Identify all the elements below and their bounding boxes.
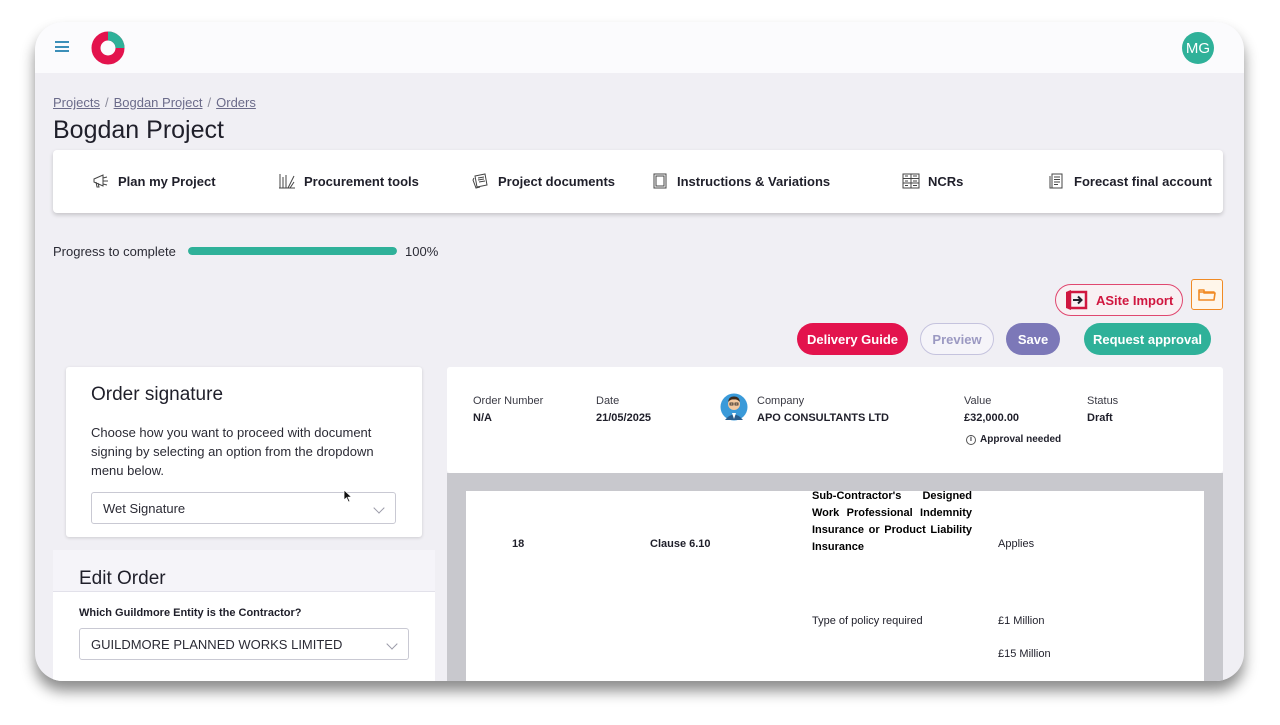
tool-forecast-final-account[interactable]: Forecast final account: [1048, 173, 1212, 189]
page-title: Bogdan Project: [53, 116, 224, 144]
edit-order-title: Edit Order: [79, 568, 166, 589]
project-tools-bar: Plan my Project Procurement tools Projec…: [53, 150, 1223, 213]
entity-value: GUILDMORE PLANNED WORKS LIMITED: [91, 636, 343, 652]
clause-reference: Clause 6.10: [650, 538, 711, 550]
tool-label: NCRs: [928, 173, 964, 189]
entity-select[interactable]: GUILDMORE PLANNED WORKS LIMITED: [79, 628, 409, 660]
policy-amount-1: £1 Million: [998, 615, 1045, 627]
documents-icon: [472, 173, 488, 189]
import-icon: [1066, 290, 1088, 310]
signature-method-value: Wet Signature: [103, 500, 186, 516]
tool-label: Procurement tools: [304, 173, 419, 189]
folder-icon: [1198, 288, 1216, 301]
insurance-title: Sub-Contractor's Designed Work Professio…: [812, 490, 972, 553]
tool-label: Forecast final account: [1074, 173, 1212, 189]
order-signature-title: Order signature: [91, 384, 224, 405]
progress-fill: [188, 247, 397, 255]
edit-order-panel: Edit Order Which Guildmore Entity is the…: [53, 550, 435, 681]
clipboard-icon: [653, 173, 667, 189]
tool-label: Project documents: [498, 173, 616, 189]
progress-percent: 100%: [405, 244, 439, 259]
user-avatar[interactable]: MG: [1182, 32, 1214, 64]
edit-order-form: Which Guildmore Entity is the Contractor…: [53, 592, 435, 681]
app-logo[interactable]: [91, 31, 125, 65]
clause-row-number: 18: [512, 538, 525, 550]
approval-needed-text: Approval needed: [980, 434, 1062, 445]
date-value: 21/05/2025: [596, 412, 652, 424]
company-avatar: [720, 393, 748, 421]
breadcrumb-projects[interactable]: Projects: [53, 95, 100, 110]
report-icon: [1049, 173, 1063, 189]
value-amount: £32,000.00: [964, 412, 1020, 424]
document-preview[interactable]: 18 Clause 6.10 Sub-Contractor's Designed…: [447, 473, 1223, 681]
delivery-guide-button[interactable]: Delivery Guide: [797, 323, 908, 355]
tool-project-documents[interactable]: Project documents: [472, 173, 615, 189]
folder-button[interactable]: [1191, 279, 1223, 310]
tool-instructions-variations[interactable]: Instructions & Variations: [651, 173, 830, 189]
chevron-down-icon: [386, 638, 398, 650]
policy-amount-2: £15 Million: [998, 648, 1051, 660]
company-label: Company: [757, 395, 805, 407]
approval-needed-note: i Approval needed: [966, 434, 1061, 445]
save-button[interactable]: Save: [1006, 323, 1060, 355]
order-summary-card: Order Number N/A Date 21/05/2025 Company…: [447, 367, 1223, 473]
tool-plan-my-project[interactable]: Plan my Project: [92, 173, 216, 189]
tool-label: Plan my Project: [118, 173, 216, 189]
breadcrumb-orders[interactable]: Orders: [216, 95, 256, 110]
asite-import-button[interactable]: ASite Import: [1055, 284, 1183, 316]
menu-icon[interactable]: [55, 41, 69, 52]
tool-label: Instructions & Variations: [677, 173, 831, 189]
checklist-icon: [902, 173, 920, 189]
breadcrumb-project[interactable]: Bogdan Project: [114, 95, 203, 110]
value-label: Value: [964, 395, 992, 407]
entity-label: Which Guildmore Entity is the Contractor…: [79, 607, 302, 619]
breadcrumb-separator: /: [207, 95, 212, 110]
company-value: APO CONSULTANTS LTD: [757, 412, 889, 424]
order-number-label: Order Number: [473, 395, 544, 407]
progress-bar: [188, 247, 397, 255]
info-icon: i: [966, 434, 976, 445]
top-bar: MG: [35, 22, 1244, 73]
tool-procurement-tools[interactable]: Procurement tools: [278, 173, 419, 189]
asite-import-label: ASite Import: [1096, 292, 1174, 308]
tool-ncrs[interactable]: NCRs: [902, 173, 963, 189]
mouse-cursor-icon: [343, 489, 353, 503]
order-signature-description: Choose how you want to proceed with docu…: [91, 425, 374, 478]
app-window: MG Projects / Bogdan Project / Orders Bogdan…: [35, 22, 1244, 681]
breadcrumb: Projects / Bogdan Project / Orders: [53, 95, 256, 110]
request-approval-button[interactable]: Request approval: [1084, 323, 1211, 355]
order-signature-card: Order signature Choose how you want to p…: [66, 367, 422, 537]
megaphone-icon: [93, 174, 108, 188]
document-page: 18 Clause 6.10 Sub-Contractor's Designed…: [466, 490, 1204, 681]
preview-button[interactable]: Preview: [920, 323, 994, 355]
tools-icon: [279, 174, 295, 189]
progress-label: Progress to complete: [53, 244, 176, 259]
date-label: Date: [596, 395, 620, 407]
chevron-down-icon: [373, 502, 385, 514]
order-number-value: N/A: [473, 412, 492, 424]
status-label: Status: [1087, 395, 1119, 407]
status-value: Draft: [1087, 412, 1113, 424]
breadcrumb-separator: /: [104, 95, 109, 110]
policy-type-label: Type of policy required: [812, 615, 923, 627]
applies-text: Applies: [998, 538, 1035, 550]
